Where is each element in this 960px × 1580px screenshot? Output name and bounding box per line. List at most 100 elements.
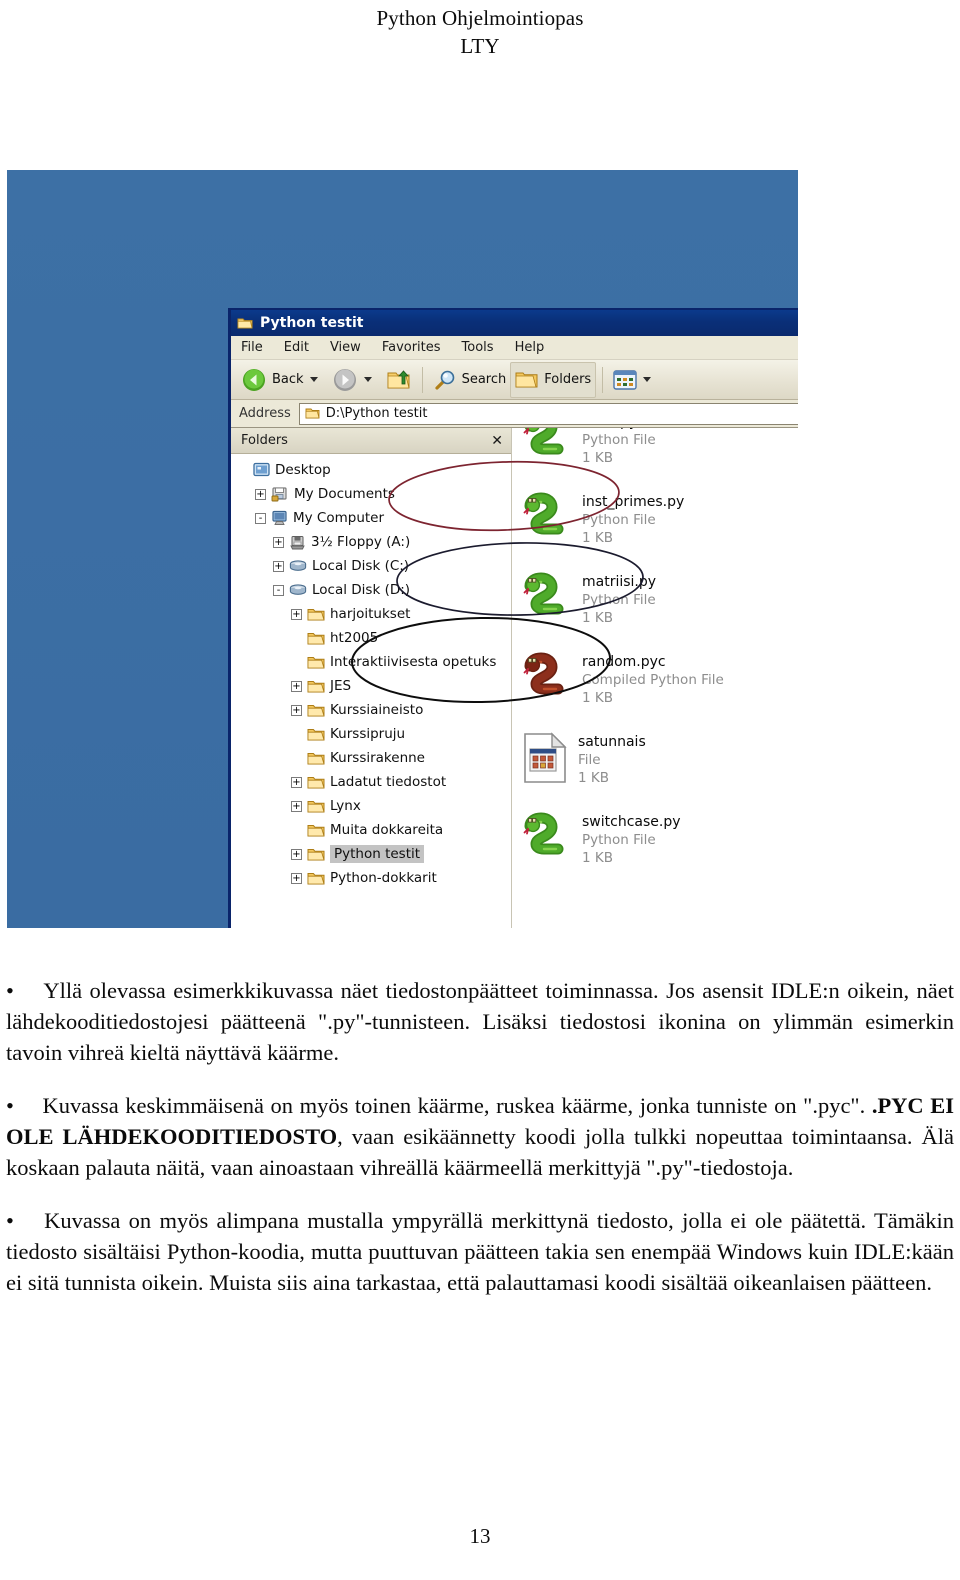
file-size: 1 KB bbox=[582, 530, 613, 546]
document-running-header: Python Ohjelmointiopas LTY bbox=[0, 4, 960, 60]
up-one-level-button[interactable] bbox=[382, 363, 416, 397]
address-bar: Address D:\Python testit bbox=[231, 400, 798, 428]
expand-icon[interactable]: + bbox=[255, 488, 266, 500]
forward-button[interactable] bbox=[328, 363, 382, 397]
folder-icon bbox=[307, 847, 325, 862]
toolbar-separator-2 bbox=[602, 366, 604, 393]
toolbar-separator bbox=[421, 366, 423, 393]
tree-node-label: Ladatut tiedostot bbox=[330, 774, 447, 790]
menu-item-tools[interactable]: Tools bbox=[462, 340, 494, 355]
bullet-item-1: • Yllä olevassa esimerkkikuvassa näet ti… bbox=[6, 975, 954, 1068]
menu-item-file[interactable]: File bbox=[241, 340, 263, 355]
menu-item-edit[interactable]: Edit bbox=[284, 340, 309, 355]
back-dropdown-caret[interactable] bbox=[309, 377, 318, 382]
expand-icon[interactable]: + bbox=[273, 536, 284, 548]
close-icon[interactable]: ✕ bbox=[491, 433, 503, 449]
green-snake-icon bbox=[522, 812, 572, 862]
tree-node[interactable]: + Lynx bbox=[231, 794, 511, 818]
address-input[interactable]: D:\Python testit bbox=[298, 402, 798, 425]
tree-node[interactable]: Interaktiivisesta opetuks bbox=[231, 650, 511, 674]
harddisk-icon bbox=[289, 559, 307, 573]
menu-item-view[interactable]: View bbox=[330, 340, 361, 355]
search-button[interactable]: Search bbox=[429, 363, 511, 397]
bullet-marker: • bbox=[6, 1208, 14, 1233]
tree-node-label: Kurssipruju bbox=[330, 726, 406, 742]
tree-node-label: Kurssiaineisto bbox=[330, 702, 424, 718]
expand-icon[interactable]: + bbox=[291, 704, 302, 716]
collapse-icon[interactable]: - bbox=[273, 584, 284, 596]
file-name: satunnais bbox=[578, 734, 646, 750]
tree-node[interactable]: Desktop bbox=[231, 458, 511, 482]
expand-icon[interactable]: + bbox=[291, 848, 302, 860]
views-dropdown-caret[interactable] bbox=[643, 377, 652, 382]
tree-node-label: Python-dokkarit bbox=[330, 870, 437, 886]
file-list-item[interactable]: satunnais File 1 KB bbox=[522, 732, 798, 812]
collapse-icon[interactable]: - bbox=[255, 512, 266, 524]
menu-item-help[interactable]: Help bbox=[515, 340, 545, 355]
folders-button[interactable]: Folders bbox=[510, 361, 597, 398]
folder-icon bbox=[237, 316, 253, 330]
tree-node[interactable]: Muita dokkareita bbox=[231, 818, 511, 842]
tree-node[interactable]: - My Computer bbox=[231, 506, 511, 530]
tree-node[interactable]: +3½ Floppy (A:) bbox=[231, 530, 511, 554]
menu-bar: File Edit View Favorites Tools Help bbox=[231, 336, 798, 360]
tree-node-label: JES bbox=[330, 678, 352, 694]
tree-node[interactable]: + Ladatut tiedostot bbox=[231, 770, 511, 794]
tree-node[interactable]: + Python testit bbox=[231, 842, 511, 866]
tree-node[interactable]: Kurssirakenne bbox=[231, 746, 511, 770]
file-size: 1 KB bbox=[582, 850, 613, 866]
expand-icon[interactable]: + bbox=[291, 776, 302, 788]
folders-pane-header: Folders ✕ bbox=[231, 428, 511, 454]
bullet-item-3: • Kuvassa on myös alimpana mustalla ympy… bbox=[6, 1205, 954, 1298]
expand-icon[interactable]: + bbox=[273, 560, 284, 572]
expand-icon[interactable]: + bbox=[291, 872, 302, 884]
bullet-text: Yllä olevassa esimerkkikuvassa näet tied… bbox=[6, 978, 955, 1065]
menu-item-favorites[interactable]: Favorites bbox=[382, 340, 441, 355]
file-item-meta: hello.py Python File 1 KB bbox=[582, 428, 656, 466]
tree-node[interactable]: + My Documents bbox=[231, 482, 511, 506]
file-name: hello.py bbox=[582, 428, 656, 430]
bullet-text: Kuvassa on myös alimpana mustalla ympyrä… bbox=[6, 1208, 955, 1295]
forward-dropdown-caret[interactable] bbox=[363, 377, 372, 382]
file-list-item[interactable]: matriisi.py Python File 1 KB bbox=[522, 572, 798, 652]
tree-node[interactable]: Kurssipruju bbox=[231, 722, 511, 746]
window-titlebar: Python testit bbox=[231, 310, 798, 336]
file-name: inst_primes.py bbox=[582, 494, 685, 510]
tree-node[interactable]: ht2005 bbox=[231, 626, 511, 650]
file-type: Compiled Python File bbox=[582, 672, 724, 688]
file-item-meta: satunnais File 1 KB bbox=[578, 732, 646, 786]
views-icon bbox=[613, 369, 637, 390]
tree-node-label: My Computer bbox=[293, 510, 385, 526]
back-button[interactable]: Back bbox=[237, 363, 328, 397]
file-type: Python File bbox=[582, 432, 656, 448]
file-list-item[interactable]: inst_primes.py Python File 1 KB bbox=[522, 492, 798, 572]
file-list-item[interactable]: hello.py Python File 1 KB bbox=[522, 428, 798, 492]
documents-icon bbox=[271, 486, 289, 502]
file-list-pane: hello.py Python File 1 KB inst_primes.py Pyt… bbox=[512, 428, 798, 928]
views-button[interactable] bbox=[609, 363, 661, 397]
harddisk-icon bbox=[289, 583, 307, 597]
folder-icon bbox=[307, 823, 325, 838]
expand-icon[interactable]: + bbox=[291, 680, 302, 692]
search-label: Search bbox=[461, 372, 507, 387]
file-name: switchcase.py bbox=[582, 814, 681, 830]
tree-node[interactable]: + harjoitukset bbox=[231, 602, 511, 626]
expand-icon[interactable]: + bbox=[291, 800, 302, 812]
tree-node[interactable]: - Local Disk (D:) bbox=[231, 578, 511, 602]
folders-icon bbox=[515, 369, 539, 391]
desktop-icon bbox=[253, 462, 270, 478]
explorer-screenshot-figure: Python testit File Edit View Favorites T… bbox=[7, 170, 798, 928]
tree-node[interactable]: + Local Disk (C:) bbox=[231, 554, 511, 578]
file-list-item[interactable]: random.pyc Compiled Python File 1 KB bbox=[522, 652, 798, 732]
tree-node[interactable]: + Kurssiaineisto bbox=[231, 698, 511, 722]
file-list-item[interactable]: switchcase.py Python File 1 KB bbox=[522, 812, 798, 892]
tree-node[interactable]: + Python-dokkarit bbox=[231, 866, 511, 890]
navigation-toolbar: Back Search Folders bbox=[231, 360, 798, 400]
tree-node[interactable]: + JES bbox=[231, 674, 511, 698]
folders-tree-list: Desktop + My Documents - My Computer +3½ Flop… bbox=[231, 454, 511, 890]
expand-icon[interactable]: + bbox=[291, 608, 302, 620]
back-arrow-icon bbox=[241, 367, 267, 393]
tree-node-label: 3½ Floppy (A:) bbox=[311, 534, 411, 550]
